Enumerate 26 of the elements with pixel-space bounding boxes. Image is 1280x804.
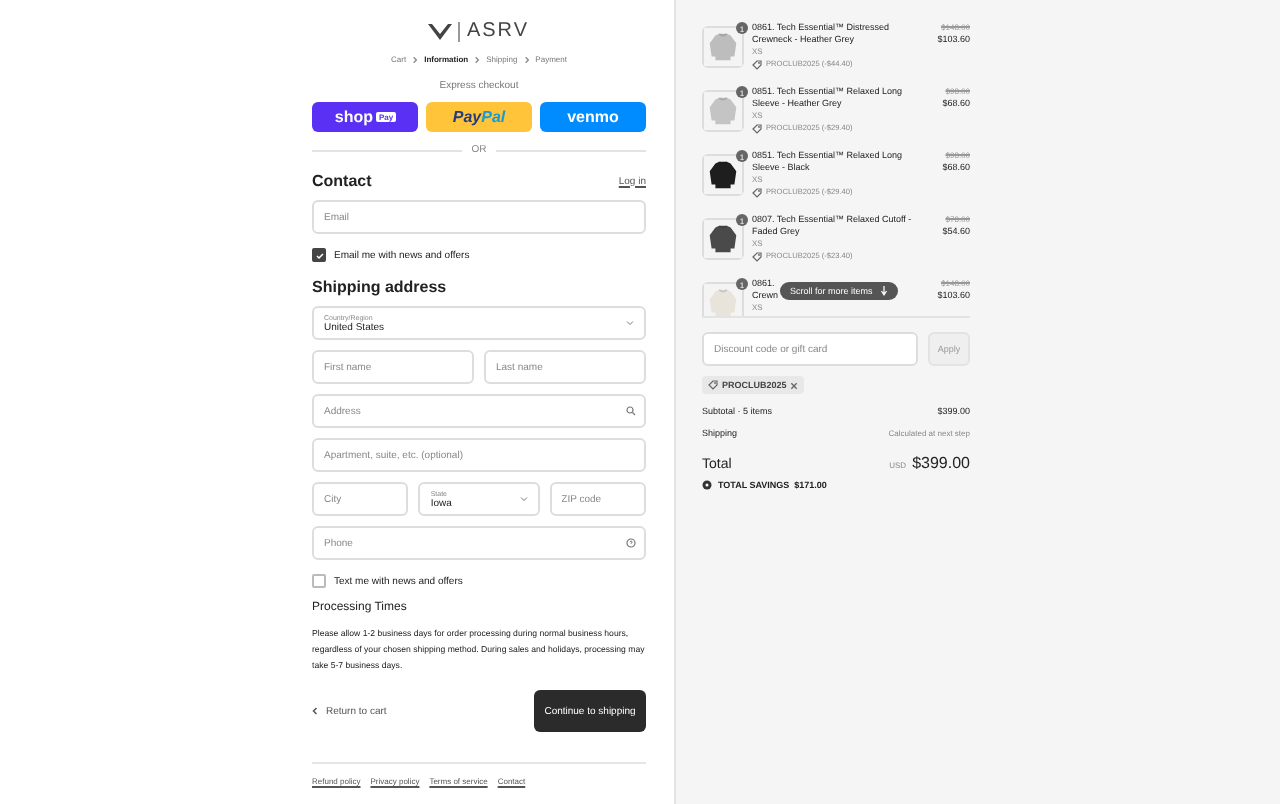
savings-icon bbox=[702, 480, 712, 490]
check-icon bbox=[315, 251, 323, 259]
chevron-down-icon bbox=[519, 496, 528, 502]
total-value: $399.00 bbox=[912, 454, 970, 472]
section-title: Contact bbox=[312, 172, 372, 190]
checkbox[interactable] bbox=[312, 248, 326, 262]
tag-icon bbox=[752, 187, 762, 197]
brand-name: ASRV bbox=[458, 22, 530, 42]
tag-icon bbox=[752, 59, 762, 69]
chevron-right-icon bbox=[474, 55, 481, 63]
search-icon bbox=[626, 406, 636, 416]
chevron-right-icon bbox=[523, 55, 530, 63]
tag-icon bbox=[752, 251, 762, 261]
help-icon bbox=[626, 538, 636, 548]
logo-icon bbox=[428, 24, 453, 40]
remove-button[interactable] bbox=[790, 381, 799, 389]
tag-icon bbox=[708, 380, 718, 390]
arrow-down-icon bbox=[880, 286, 889, 296]
tag-icon bbox=[752, 123, 762, 133]
section-title: Shipping address bbox=[312, 278, 447, 296]
chevron-left-icon bbox=[312, 706, 318, 716]
checkbox[interactable] bbox=[312, 574, 326, 588]
close-icon bbox=[790, 381, 799, 389]
paypal-button[interactable]: PayPal bbox=[426, 102, 532, 132]
chevron-down-icon bbox=[626, 320, 634, 326]
chevron-right-icon bbox=[412, 55, 419, 63]
